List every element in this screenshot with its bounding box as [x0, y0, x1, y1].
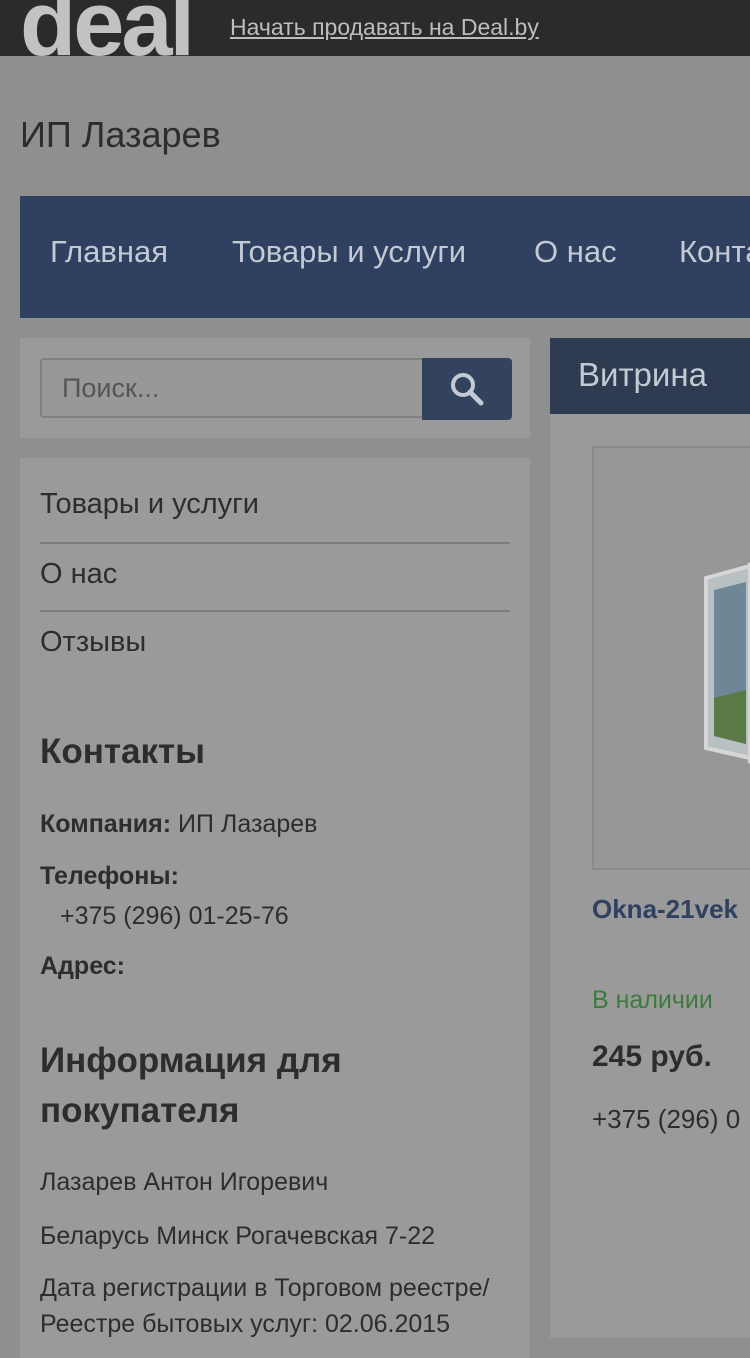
- showcase-header: Витрина: [550, 338, 750, 414]
- product-price: 245 руб.: [592, 1040, 712, 1073]
- phone-value[interactable]: +375 (296) 01-25-76: [60, 902, 289, 931]
- divider: [40, 542, 510, 544]
- address-label: Адрес:: [40, 952, 125, 980]
- search-button[interactable]: [422, 358, 512, 420]
- search-panel: Поиск...: [20, 338, 530, 438]
- phones-label: Телефоны:: [40, 862, 179, 890]
- top-bar: deal Начать продавать на Deal.by: [0, 0, 750, 56]
- nav-item-products[interactable]: Товары и услуги: [232, 234, 466, 270]
- sidebar-item-reviews[interactable]: Отзывы: [40, 626, 510, 659]
- info-address: Беларусь Минск Рогачевская 7-22: [40, 1222, 436, 1250]
- contacts-heading: Контакты: [40, 732, 206, 771]
- info-registration: Дата регистрации в Торговом реестре/ Рее…: [40, 1274, 490, 1338]
- product-image[interactable]: [592, 446, 750, 870]
- company-row: Компания: ИП Лазарев: [40, 810, 317, 839]
- info-owner: Лазарев Антон Игоревич: [40, 1168, 329, 1196]
- stock-status: В наличии: [592, 986, 713, 1014]
- start-selling-link[interactable]: Начать продавать на Deal.by: [230, 14, 539, 41]
- search-icon: [451, 373, 484, 406]
- search-input[interactable]: Поиск...: [40, 358, 423, 418]
- deal-logo[interactable]: deal: [20, 0, 195, 56]
- main-navigation: Главная Товары и услуги О нас Конта: [20, 196, 750, 318]
- sidebar-item-about[interactable]: О нас: [40, 558, 510, 591]
- product-phone[interactable]: +375 (296) 0: [592, 1104, 740, 1135]
- shop-title: ИП Лазарев: [20, 114, 221, 155]
- nav-item-contacts[interactable]: Конта: [679, 234, 750, 270]
- sidebar: Товары и услуги О нас Отзывы Контакты Ко…: [20, 458, 530, 1358]
- showcase-title: Витрина: [578, 356, 707, 393]
- nav-item-about[interactable]: О нас: [534, 234, 617, 270]
- company-value: ИП Лазарев: [178, 810, 318, 838]
- nav-item-home[interactable]: Главная: [50, 234, 168, 270]
- product-title-link[interactable]: Okna-21vek: [592, 894, 738, 925]
- buyer-info-heading: Информация для покупателя: [40, 1041, 342, 1130]
- company-label: Компания:: [40, 810, 172, 838]
- sidebar-item-products[interactable]: Товары и услуги: [40, 488, 510, 521]
- divider: [40, 610, 510, 612]
- window-product-picture: [704, 562, 750, 764]
- showcase-panel: Витрина Okna-21vek В наличии 245 руб. +3…: [550, 338, 750, 1338]
